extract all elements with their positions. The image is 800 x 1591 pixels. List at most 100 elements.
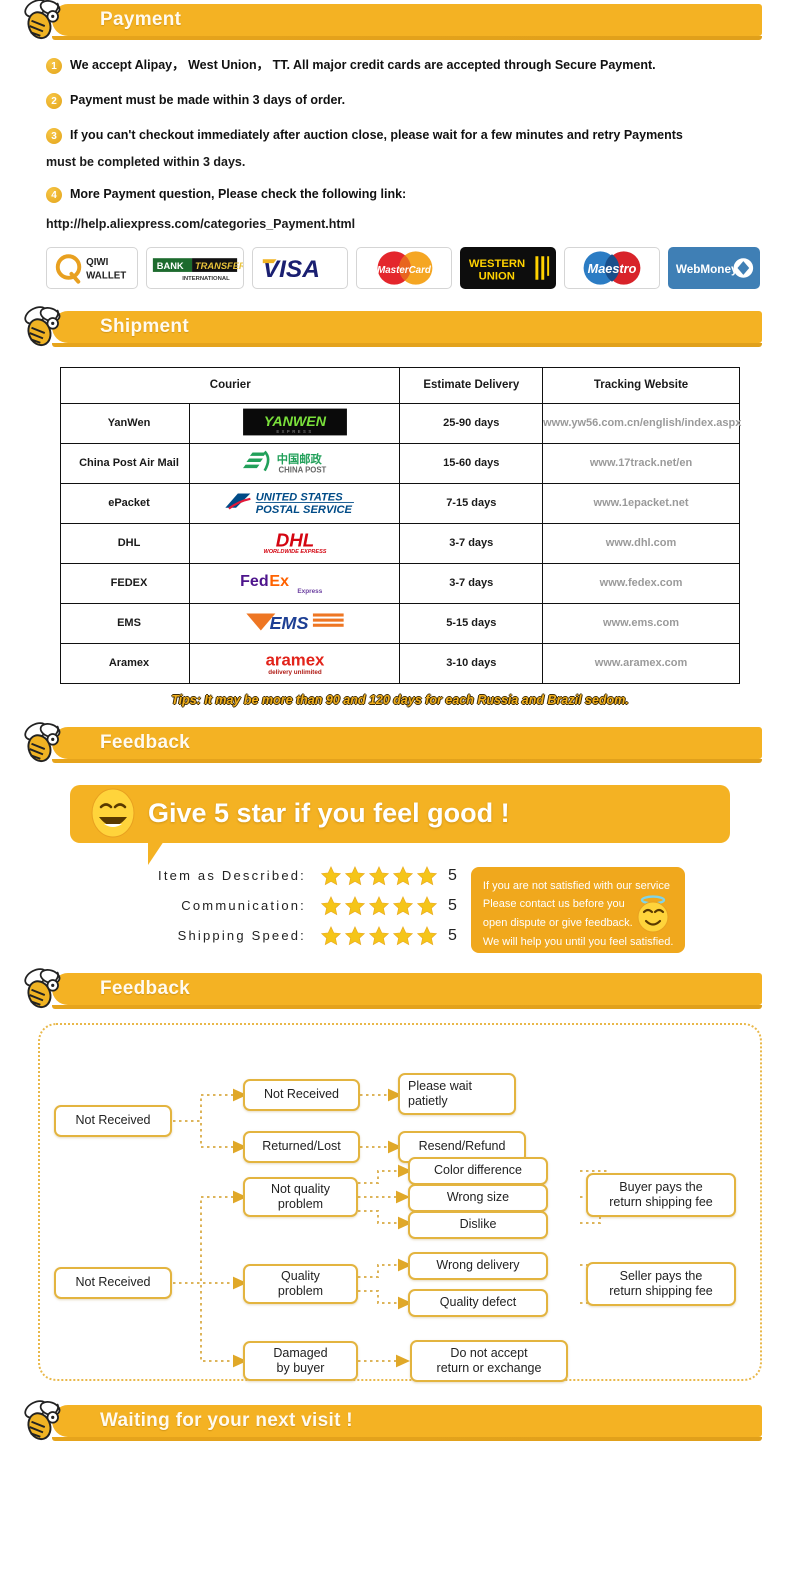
star-icon bbox=[368, 865, 390, 885]
carrier-name: FEDEX bbox=[60, 562, 190, 604]
shipment-banner: Shipment bbox=[52, 310, 762, 347]
payment-term-3: 3 If you can't checkout immediately afte… bbox=[46, 126, 754, 145]
angel-smiley-icon bbox=[637, 894, 669, 932]
payment-term-1: 1 We accept Alipay， West Union， TT. All … bbox=[46, 56, 754, 74]
column-header-tracking: Tracking Website bbox=[542, 366, 740, 404]
tracking-url[interactable]: www.yw56.com.cn/english/index.aspx bbox=[542, 402, 741, 444]
bee-icon bbox=[24, 967, 61, 1008]
table-row: YanWen YANWEN EXPRESS 25-90 days www.yw5… bbox=[60, 402, 741, 444]
tracking-url[interactable]: www.ems.com bbox=[542, 602, 740, 644]
star-icon bbox=[368, 895, 390, 915]
table-header-row: Courier Estimate Delivery Tracking Websi… bbox=[59, 366, 740, 404]
star-icon bbox=[344, 865, 366, 885]
star-icon bbox=[344, 895, 366, 915]
dhl-logo: DHL WORLDWIDE EXPRESS bbox=[188, 522, 401, 564]
flow-node-not-quality-problem: Not quality problem bbox=[243, 1176, 358, 1217]
svg-text:BANK: BANK bbox=[157, 260, 184, 270]
feedback-banner-2: Feedback bbox=[52, 972, 762, 1009]
svg-text:EXPRESS: EXPRESS bbox=[276, 428, 313, 433]
payment-term-1-text: We accept Alipay， West Union， TT. All ma… bbox=[70, 58, 656, 72]
shipment-title: Shipment bbox=[100, 315, 189, 337]
carrier-name: YanWen bbox=[60, 402, 190, 444]
rating-label: Shipping Speed: bbox=[177, 928, 306, 943]
star-icon bbox=[344, 925, 366, 945]
payment-help-link[interactable]: http://help.aliexpress.com/categories_Pa… bbox=[46, 217, 754, 231]
rating-label: Item as Described: bbox=[158, 868, 306, 883]
dispute-flow-wrap: Not Received Not Received Returned/Lost … bbox=[0, 1013, 800, 1382]
carrier-name: China Post Air Mail bbox=[60, 442, 190, 484]
visa-logo: VISA bbox=[252, 246, 348, 289]
star-icon bbox=[320, 925, 342, 945]
usps-logo: UNITED STATES POSTAL SERVICE bbox=[188, 482, 401, 524]
carrier-name: DHL bbox=[60, 522, 190, 564]
bee-icon bbox=[24, 0, 61, 40]
flow-node-quality-defect: Quality defect bbox=[408, 1288, 548, 1317]
svg-text:DHL: DHL bbox=[275, 529, 314, 550]
carrier-name: ePacket bbox=[60, 482, 190, 524]
tracking-url[interactable]: www.fedex.com bbox=[542, 562, 740, 604]
feedback-section-banner: Feedback bbox=[0, 721, 800, 763]
rating-row-item-as-described: Item as Described: 5 bbox=[130, 865, 457, 887]
svg-text:WORLDWIDE EXPRESS: WORLDWIDE EXPRESS bbox=[263, 549, 326, 555]
payment-term-4-text: More Payment question, Please check the … bbox=[70, 187, 407, 202]
flow-node-not-received-c: Not Received bbox=[54, 1266, 172, 1299]
flow-node-color-difference: Color difference bbox=[408, 1156, 548, 1185]
flow-node-seller-pays: Seller pays the return shipping fee bbox=[586, 1261, 736, 1306]
table-row: FEDEX Fed Ex Express 3-7 days www.fedex.… bbox=[60, 562, 740, 604]
star-icon bbox=[392, 895, 414, 915]
tracking-url[interactable]: www.1epacket.net bbox=[542, 482, 740, 524]
closing-banner: Waiting for your next visit ! bbox=[52, 1404, 762, 1441]
tracking-url[interactable]: www.aramex.com bbox=[542, 642, 740, 684]
rating-score: 5 bbox=[448, 926, 457, 944]
svg-text:delivery unlimited: delivery unlimited bbox=[268, 668, 322, 675]
rating-row-communication: Communication: 5 bbox=[130, 895, 457, 917]
tracking-url[interactable]: www.dhl.com bbox=[542, 522, 740, 564]
table-row: EMS EMS 5-15 days www.ems.com bbox=[60, 602, 740, 644]
shipment-tips: Tips: It may be more than 90 and 120 day… bbox=[171, 692, 629, 707]
column-header-courier: Courier bbox=[59, 366, 401, 404]
tracking-url[interactable]: www.17track.net/en bbox=[542, 442, 740, 484]
bank-transfer-logo: BANK TRANSFER INTERNATIONAL bbox=[146, 246, 244, 289]
carrier-name: EMS bbox=[60, 602, 190, 644]
flow-node-returned-lost: Returned/Lost bbox=[243, 1130, 360, 1163]
delivery-estimate: 3-10 days bbox=[399, 642, 544, 684]
flow-node-damaged-by-buyer: Damaged by buyer bbox=[243, 1340, 358, 1381]
flow-node-wrong-size: Wrong size bbox=[408, 1183, 548, 1212]
dispute-flow-diagram: Not Received Not Received Returned/Lost … bbox=[38, 1022, 762, 1382]
svg-text:UNION: UNION bbox=[479, 270, 515, 282]
bullet-number-2: 2 bbox=[46, 93, 62, 110]
bee-icon bbox=[24, 1399, 61, 1440]
mastercard-logo: MasterCard bbox=[356, 246, 452, 289]
payment-term-3-text: If you can't checkout immediately after … bbox=[70, 128, 683, 143]
star-icon bbox=[320, 895, 342, 915]
svg-text:YANWEN: YANWEN bbox=[264, 414, 327, 430]
closing-section-banner: Waiting for your next visit ! bbox=[0, 1399, 800, 1441]
payment-banner: Payment bbox=[52, 4, 762, 40]
table-row: ePacket UNITED STATES POSTAL SERVICE 7-1… bbox=[60, 482, 740, 524]
payment-term-4: 4 More Payment question, Please check th… bbox=[46, 185, 754, 204]
svg-text:Maestro: Maestro bbox=[588, 260, 637, 275]
delivery-estimate: 15-60 days bbox=[399, 442, 544, 484]
flow-node-no-return: Do not accept return or exchange bbox=[410, 1339, 568, 1382]
svg-text:QIWI: QIWI bbox=[86, 257, 109, 268]
rating-row-shipping-speed: Shipping Speed: 5 bbox=[130, 925, 457, 947]
bullet-number-4: 4 bbox=[46, 187, 62, 204]
shipment-table: Courier Estimate Delivery Tracking Websi… bbox=[59, 366, 741, 684]
payment-methods-logos: QIWI WALLET BANK TRANSFER INTERNATIONAL … bbox=[0, 237, 800, 289]
svg-text:WESTERN: WESTERN bbox=[469, 258, 525, 270]
delivery-estimate: 7-15 days bbox=[399, 482, 544, 524]
svg-text:Fed: Fed bbox=[240, 573, 268, 590]
payment-term-2-text: Payment must be made within 3 days of or… bbox=[70, 93, 346, 108]
star-group bbox=[320, 895, 438, 917]
satisfaction-notice: If you are not satisfied with our servic… bbox=[470, 866, 686, 953]
flow-node-wrong-delivery: Wrong delivery bbox=[408, 1251, 548, 1280]
flow-node-buyer-pays: Buyer pays the return shipping fee bbox=[586, 1172, 736, 1217]
svg-text:INTERNATIONAL: INTERNATIONAL bbox=[182, 275, 230, 281]
star-group bbox=[320, 865, 438, 887]
feedback-title-1: Feedback bbox=[100, 731, 191, 753]
svg-text:MasterCard: MasterCard bbox=[377, 264, 432, 275]
smiley-face-icon bbox=[91, 788, 135, 837]
feedback-flow-section-banner: Feedback bbox=[0, 967, 800, 1009]
flow-node-not-received-a: Not Received bbox=[54, 1104, 172, 1137]
delivery-estimate: 3-7 days bbox=[399, 562, 544, 604]
